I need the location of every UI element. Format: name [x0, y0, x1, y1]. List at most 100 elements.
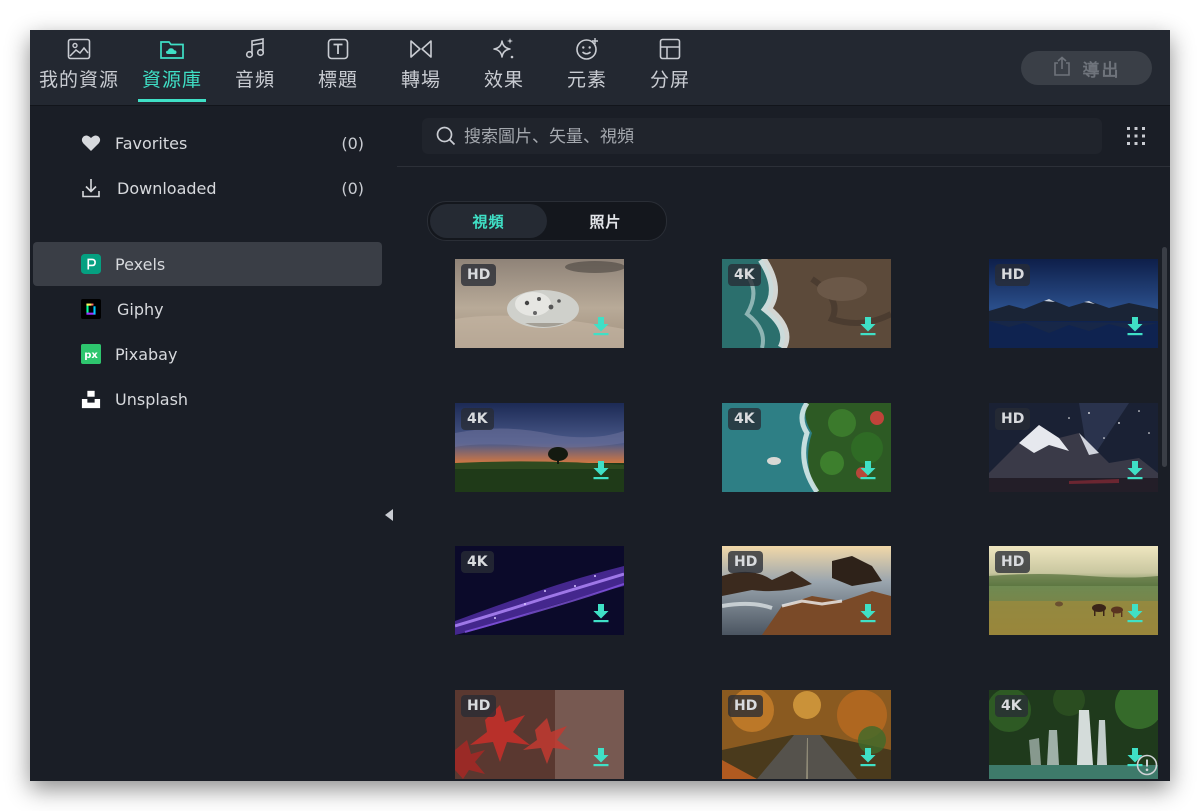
sidebar: Favorites (0) Downloaded (0) Pexels Giph… — [30, 106, 396, 781]
unsplash-logo-icon — [81, 389, 101, 409]
tab-video[interactable]: 視頻 — [430, 204, 547, 238]
quality-badge: HD — [728, 551, 764, 573]
sidebar-item-label: Downloaded — [117, 178, 217, 198]
tab-photo[interactable]: 照片 — [547, 204, 664, 238]
sidebar-item-label: Favorites — [115, 133, 188, 153]
thumbnail-card[interactable]: HD — [989, 259, 1158, 348]
thumbnail-card[interactable]: HD — [989, 546, 1158, 635]
transition-icon — [408, 36, 434, 62]
thumbnail-card[interactable]: 4K — [722, 259, 891, 348]
quality-badge: 4K — [461, 551, 494, 573]
quality-badge: 4K — [728, 264, 761, 286]
tab-label: 標題 — [317, 69, 358, 91]
quality-badge: HD — [995, 408, 1031, 430]
svg-text:px: px — [84, 350, 98, 361]
tab-label: 效果 — [483, 69, 524, 91]
quality-badge: HD — [461, 695, 497, 717]
thumbnail-card[interactable]: 4K — [989, 690, 1158, 779]
search-bar — [422, 118, 1102, 156]
vertical-scrollbar[interactable] — [1162, 247, 1167, 467]
grid-view-icon[interactable] — [1126, 126, 1146, 150]
tab-transitions[interactable]: 轉場 — [400, 36, 442, 104]
folder-cloud-icon — [159, 36, 185, 62]
quality-badge: 4K — [995, 695, 1028, 717]
thumbnail-card[interactable]: HD — [989, 403, 1158, 492]
quality-badge: 4K — [461, 408, 494, 430]
sidebar-item-giphy[interactable]: Giphy — [33, 287, 382, 331]
tab-label: 音頻 — [234, 69, 275, 91]
download-icon[interactable] — [592, 316, 610, 340]
tab-resource-library[interactable]: 資源庫 — [138, 36, 206, 104]
giphy-logo-icon — [81, 299, 101, 319]
tab-titles[interactable]: 標題 — [317, 36, 359, 104]
thumbnail-card[interactable]: 4K — [455, 403, 624, 492]
tab-label: 分屏 — [649, 69, 690, 91]
quality-badge: HD — [728, 695, 764, 717]
export-button[interactable]: 導出 — [1021, 51, 1152, 85]
tab-effects[interactable]: 效果 — [483, 36, 525, 104]
search-divider — [397, 166, 1170, 167]
thumbnail-card[interactable]: 4K — [455, 546, 624, 635]
tab-label: 資源庫 — [141, 69, 202, 91]
search-input[interactable] — [462, 118, 1086, 156]
quality-badge: HD — [995, 264, 1031, 286]
sidebar-item-label: Unsplash — [115, 389, 189, 409]
sidebar-item-count: (0) — [341, 178, 364, 198]
download-icon[interactable] — [859, 460, 877, 484]
sidebar-item-count: (0) — [341, 133, 364, 153]
thumbnail-card[interactable]: HD — [722, 690, 891, 779]
sidebar-item-pexels[interactable]: Pexels — [33, 242, 382, 286]
thumbnail-grid: HD 4K HD 4K 4K HD 4K HD HD HD HD 4K — [397, 246, 1170, 781]
download-icon[interactable] — [592, 460, 610, 484]
smiley-icon — [574, 36, 600, 62]
tab-label: 我的資源 — [38, 69, 119, 91]
thumbnail-card[interactable]: 4K — [722, 403, 891, 492]
sidebar-item-label: Giphy — [117, 299, 164, 319]
heart-icon — [81, 133, 101, 153]
image-icon — [66, 36, 92, 62]
download-icon[interactable] — [859, 316, 877, 340]
sidebar-item-label: Pixabay — [115, 344, 178, 364]
quality-badge: 4K — [728, 408, 761, 430]
tab-my-resources[interactable]: 我的資源 — [38, 36, 120, 104]
download-icon[interactable] — [1126, 316, 1144, 340]
pexels-logo-icon — [81, 254, 101, 274]
download-icon[interactable] — [1126, 603, 1144, 627]
thumbnail-card[interactable]: HD — [455, 690, 624, 779]
tab-label: 元素 — [566, 69, 607, 91]
download-icon[interactable] — [592, 603, 610, 627]
tab-elements[interactable]: 元素 — [566, 36, 608, 104]
quality-badge: HD — [995, 551, 1031, 573]
pixabay-logo-icon: px — [81, 344, 101, 364]
share-export-icon — [1053, 55, 1071, 81]
download-icon[interactable] — [592, 747, 610, 771]
sidebar-item-unsplash[interactable]: Unsplash — [33, 377, 382, 421]
thumbnail-card[interactable]: HD — [455, 259, 624, 348]
collapse-sidebar-arrow-icon[interactable] — [385, 509, 393, 521]
tab-split-screen[interactable]: 分屏 — [649, 36, 691, 104]
sidebar-item-downloaded[interactable]: Downloaded (0) — [33, 166, 382, 210]
top-toolbar: 我的資源 資源庫 音頻 標題 轉場 效果 元素 分屏 導出 — [30, 30, 1170, 106]
split-screen-icon — [657, 36, 683, 62]
tab-audio[interactable]: 音頻 — [234, 36, 276, 104]
download-icon[interactable] — [1126, 460, 1144, 484]
media-type-toggle: 視頻 照片 — [427, 201, 667, 241]
search-icon — [436, 126, 456, 150]
export-label: 導出 — [1082, 60, 1121, 81]
active-tab-underline — [138, 99, 206, 102]
main-panel: 視頻 照片 HD — [397, 106, 1170, 781]
download-icon[interactable] — [859, 747, 877, 771]
sparkle-icon — [491, 36, 517, 62]
music-note-icon — [242, 36, 268, 62]
download-icon[interactable] — [859, 603, 877, 627]
sidebar-item-pixabay[interactable]: px Pixabay — [33, 332, 382, 376]
sidebar-item-label: Pexels — [115, 254, 166, 274]
download-icon — [81, 178, 101, 198]
info-icon[interactable] — [1136, 754, 1158, 780]
quality-badge: HD — [461, 264, 497, 286]
sidebar-item-favorites[interactable]: Favorites (0) — [33, 121, 382, 165]
app-window: 我的資源 資源庫 音頻 標題 轉場 效果 元素 分屏 導出 Favorites … — [30, 30, 1170, 781]
thumbnail-card[interactable]: HD — [722, 546, 891, 635]
tab-label: 轉場 — [400, 69, 441, 91]
text-t-icon — [325, 36, 351, 62]
